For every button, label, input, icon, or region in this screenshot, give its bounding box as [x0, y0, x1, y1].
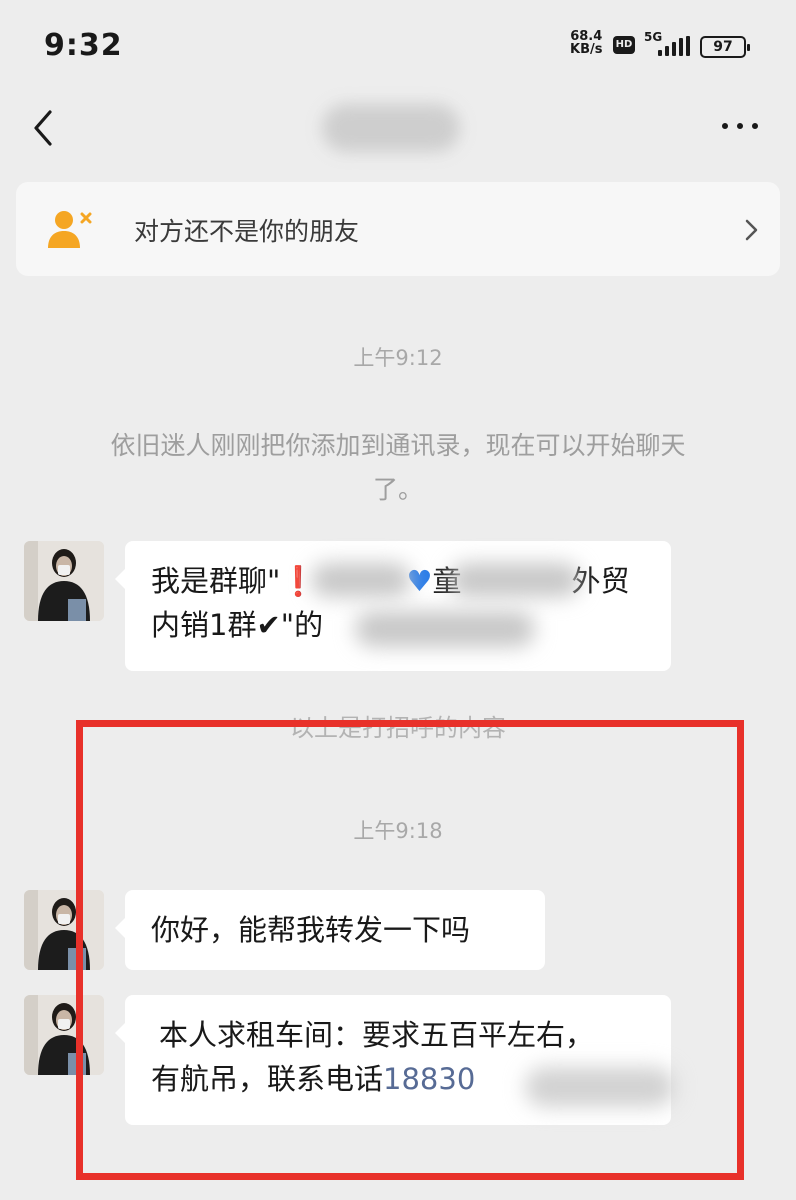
chat-header: [0, 90, 796, 168]
message-bubble[interactable]: 我是群聊"❗ ♥童 外贸 内销1群✔"的: [115, 541, 671, 671]
status-bar: 9:32 68.4 KB/s HD 5G 97: [0, 0, 796, 90]
chevron-right-icon: [742, 216, 760, 244]
highlight-box: [76, 720, 744, 1180]
more-options-icon[interactable]: [720, 110, 760, 140]
redaction-blur: [450, 563, 580, 597]
not-friend-text: 对方还不是你的朋友: [134, 217, 360, 246]
system-message: 依旧迷人刚刚把你添加到通讯录，现在可以开始聊天 了。: [60, 424, 736, 512]
greeting-text-d: 内销1群✔"的: [151, 608, 324, 642]
network-speed-unit: KB/s: [570, 42, 603, 57]
battery-icon: 97: [700, 36, 750, 58]
redaction-blur: [311, 563, 411, 597]
redaction-blur: [355, 611, 535, 647]
avatar[interactable]: [24, 541, 104, 621]
greeting-text-c: 外贸: [571, 564, 630, 598]
signal-icon: [656, 36, 690, 56]
timestamp: 上午9:12: [353, 346, 443, 370]
chat-title-redacted: [322, 104, 460, 152]
system-message-line-2: 了。: [372, 475, 423, 504]
greeting-text-a: 我是群聊": [151, 564, 281, 598]
back-icon[interactable]: [30, 108, 60, 148]
status-time: 9:32: [44, 28, 123, 63]
system-message-line-1: 依旧迷人刚刚把你添加到通讯录，现在可以开始聊天: [110, 431, 686, 460]
hd-icon: HD: [613, 36, 635, 54]
network-speed: 68.4 KB/s: [570, 30, 602, 56]
person-add-icon: [46, 208, 92, 250]
not-friend-banner[interactable]: 对方还不是你的朋友: [16, 182, 780, 276]
